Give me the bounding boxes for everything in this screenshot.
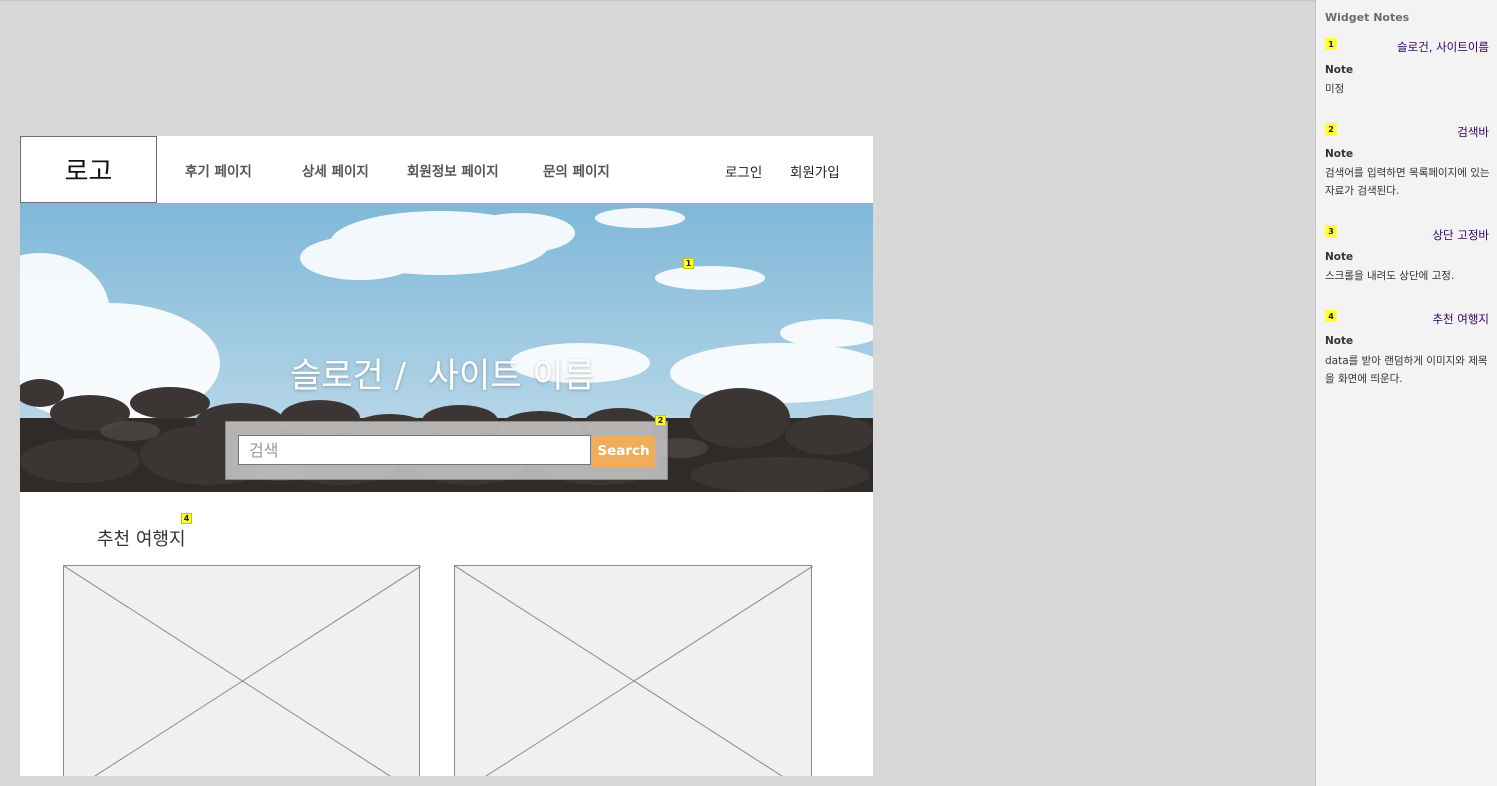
search-input[interactable]: 검색 xyxy=(238,435,591,465)
note-number: 1 xyxy=(1325,38,1337,50)
note-label: Note xyxy=(1325,335,1354,347)
note-label: Note xyxy=(1325,148,1354,160)
recommend-image-placeholder[interactable] xyxy=(454,565,813,776)
nav-review[interactable]: 후기 페이지 xyxy=(185,160,252,180)
image-placeholder-icon xyxy=(64,566,421,776)
note-badge-1: 1 xyxy=(683,258,694,269)
top-fixed-bar: 로고 후기 페이지 상세 페이지 회원정보 페이지 문의 페이지 로그인 회원가… xyxy=(20,136,873,203)
note-number: 4 xyxy=(1325,310,1337,322)
nav-member-info[interactable]: 회원정보 페이지 xyxy=(407,160,499,180)
recommend-image-placeholder[interactable] xyxy=(63,565,421,776)
search-bar: 검색 Search xyxy=(225,421,668,480)
nav-inquiry[interactable]: 문의 페이지 xyxy=(543,160,610,180)
note-text: 검색어를 입력하면 목록페이지에 있는 자료가 검색된다. xyxy=(1325,167,1490,197)
note-label: Note xyxy=(1325,251,1354,263)
note-title[interactable]: 검색바 xyxy=(1457,124,1489,140)
note-title[interactable]: 상단 고정바 xyxy=(1432,227,1489,243)
note-label: Note xyxy=(1325,64,1354,76)
image-placeholder-icon xyxy=(455,566,813,776)
note-text: data를 받아 랜덤하게 이미지와 제목을 화면에 띄운다. xyxy=(1325,355,1488,385)
recommend-title: 추천 여행지 xyxy=(97,529,186,550)
widget-notes-panel: Widget Notes 1 슬로건, 사이트이름 Note 미정 2 검색바 … xyxy=(1315,0,1497,786)
note-number: 3 xyxy=(1325,225,1337,237)
note-badge-2: 2 xyxy=(655,415,666,426)
signup-link[interactable]: 회원가입 xyxy=(790,161,840,181)
note-text: 미정 xyxy=(1325,83,1345,95)
search-button[interactable]: Search xyxy=(592,435,655,467)
window-top-border xyxy=(0,0,1497,1)
nav-detail[interactable]: 상세 페이지 xyxy=(302,160,369,180)
note-title[interactable]: 추천 여행지 xyxy=(1432,311,1489,327)
logo[interactable]: 로고 xyxy=(20,136,157,203)
note-title[interactable]: 슬로건, 사이트이름 xyxy=(1397,39,1489,55)
notes-header: Widget Notes xyxy=(1325,11,1410,24)
note-number: 2 xyxy=(1325,123,1337,135)
note-badge-4: 4 xyxy=(181,513,192,524)
wireframe-page: 로고 후기 페이지 상세 페이지 회원정보 페이지 문의 페이지 로그인 회원가… xyxy=(20,136,873,776)
login-link[interactable]: 로그인 xyxy=(725,161,762,181)
note-text: 스크롤을 내려도 상단에 고정. xyxy=(1325,270,1455,282)
hero-banner: 슬로건 / 사이트 이름 1 검색 Search 2 xyxy=(20,203,873,492)
